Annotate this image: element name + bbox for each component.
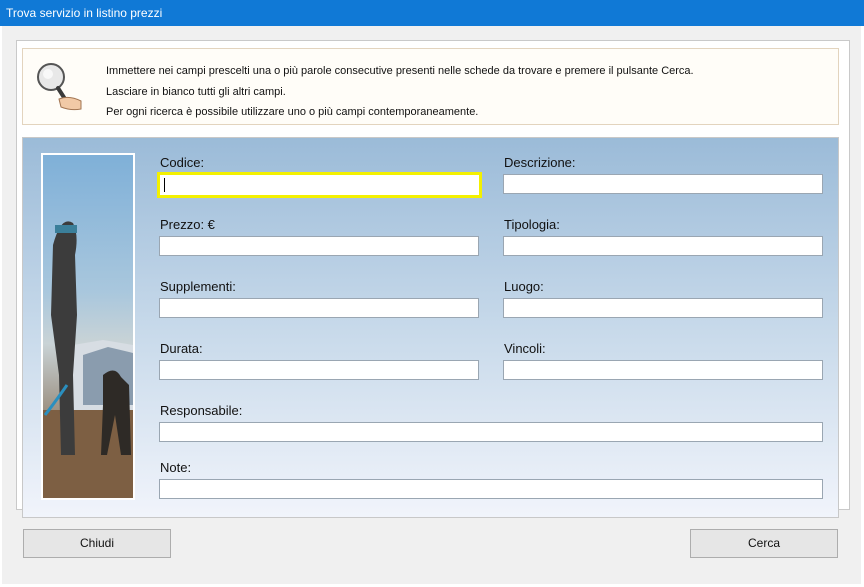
window-title: Trova servizio in listino prezzi (6, 6, 163, 20)
prezzo-label: Prezzo: € (160, 217, 215, 232)
window-titlebar: Trova servizio in listino prezzi (0, 0, 864, 26)
close-button[interactable]: Chiudi (23, 529, 171, 558)
descrizione-label: Descrizione: (504, 155, 576, 170)
search-button[interactable]: Cerca (690, 529, 838, 558)
info-box: Immettere nei campi prescelti una o più … (22, 48, 839, 125)
supplementi-input[interactable] (159, 298, 479, 318)
note-label: Note: (160, 460, 192, 475)
durata-label: Durata: (160, 341, 203, 356)
responsabile-input[interactable] (159, 422, 823, 442)
durata-input[interactable] (159, 360, 479, 380)
vincoli-label: Vincoli: (504, 341, 546, 356)
side-photo (41, 153, 135, 500)
info-line-2: Lasciare in bianco tutti gli altri campi… (106, 85, 286, 98)
prezzo-input[interactable] (159, 236, 479, 256)
tipologia-label: Tipologia: (504, 217, 560, 232)
magnifier-icon (37, 63, 82, 111)
luogo-input[interactable] (503, 298, 823, 318)
vincoli-input[interactable] (503, 360, 823, 380)
responsabile-label: Responsabile: (160, 403, 243, 418)
supplementi-label: Supplementi: (160, 279, 236, 294)
luogo-label: Luogo: (504, 279, 544, 294)
text-caret (164, 178, 165, 192)
codice-label: Codice: (160, 155, 205, 170)
tipologia-input[interactable] (503, 236, 823, 256)
descrizione-input[interactable] (503, 174, 823, 194)
note-input[interactable] (159, 479, 823, 499)
codice-input[interactable] (157, 172, 482, 198)
info-line-1: Immettere nei campi prescelti una o più … (106, 65, 694, 77)
info-text: Immettere nei campi prescelti una o più … (106, 61, 694, 123)
hiker-with-dog-illustration (43, 221, 133, 498)
info-line-3: Per ogni ricerca è possibile utilizzare … (106, 106, 479, 118)
